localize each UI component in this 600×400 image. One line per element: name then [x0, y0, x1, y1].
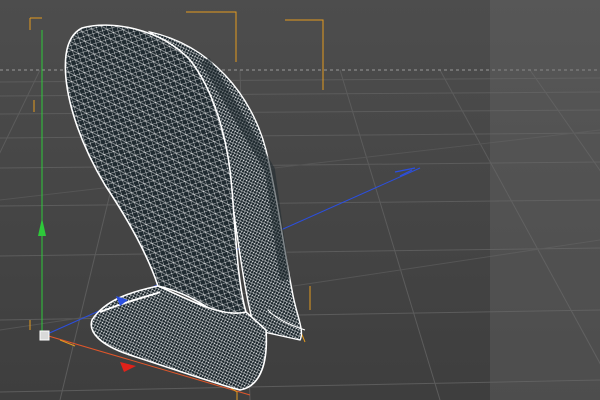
side-overlay-panel — [490, 0, 600, 400]
pivot-handle[interactable] — [39, 330, 50, 341]
viewport-canvas[interactable] — [0, 0, 600, 400]
3d-viewport[interactable] — [0, 0, 600, 400]
